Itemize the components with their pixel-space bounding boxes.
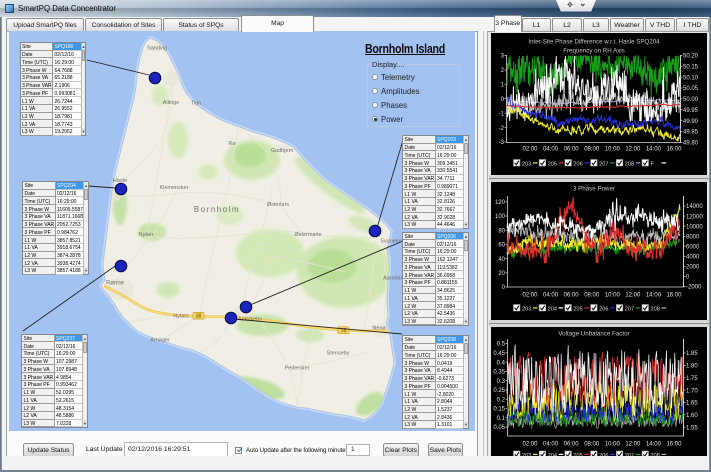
svg-text:206: 206 <box>573 161 582 167</box>
svg-text:Frequency on RH Axis: Frequency on RH Axis <box>563 48 625 55</box>
svg-text:0.15: 0.15 <box>493 407 505 413</box>
svg-text:208: 208 <box>625 161 634 167</box>
svg-text:1.70: 1.70 <box>686 388 698 394</box>
svg-text:20: 20 <box>498 271 505 277</box>
svg-text:0.3: 0.3 <box>497 379 506 385</box>
svg-text:0.45: 0.45 <box>493 351 505 357</box>
svg-text:14:00: 14:00 <box>646 442 662 448</box>
svg-text:49.90: 49.90 <box>683 119 699 125</box>
svg-text:-2000: -2000 <box>686 285 702 291</box>
svg-text:1.75: 1.75 <box>686 376 698 382</box>
svg-text:205: 205 <box>573 306 582 312</box>
svg-text:04:00: 04:00 <box>543 442 559 448</box>
svg-text:50.10: 50.10 <box>683 75 699 81</box>
svg-text:50.00: 50.00 <box>683 97 699 103</box>
svg-text:1.60: 1.60 <box>686 413 698 419</box>
svg-text:04:00: 04:00 <box>543 293 559 299</box>
svg-text:16:00: 16:00 <box>666 147 682 153</box>
svg-text:203: 203 <box>522 306 531 312</box>
svg-text:49.85: 49.85 <box>683 130 699 136</box>
svg-text:50.20: 50.20 <box>683 54 699 60</box>
svg-text:02:00: 02:00 <box>522 293 538 299</box>
svg-text:12:00: 12:00 <box>625 442 641 448</box>
svg-text:04:00: 04:00 <box>543 147 559 153</box>
svg-text:205: 205 <box>548 161 557 167</box>
svg-text:207: 207 <box>625 306 634 312</box>
svg-text:14:00: 14:00 <box>646 293 662 299</box>
svg-text:49.95: 49.95 <box>683 108 699 114</box>
svg-text:0.1: 0.1 <box>497 416 506 422</box>
svg-text:-2: -2 <box>499 126 505 132</box>
svg-text:1.80: 1.80 <box>686 364 698 370</box>
svg-text:100: 100 <box>495 214 506 220</box>
svg-text:0.25: 0.25 <box>493 388 505 394</box>
svg-text:-1: -1 <box>499 111 505 117</box>
svg-text:206: 206 <box>599 306 608 312</box>
svg-text:06:00: 06:00 <box>564 293 580 299</box>
svg-text:Inter-Site Phase Difference w.: Inter-Site Phase Difference w.r.t. Hasle… <box>528 39 660 46</box>
svg-text:0.2: 0.2 <box>497 397 506 403</box>
svg-text:40: 40 <box>498 257 505 263</box>
svg-text:208: 208 <box>651 306 660 312</box>
svg-text:14:00: 14:00 <box>646 147 662 153</box>
svg-text:16:00: 16:00 <box>666 442 682 448</box>
svg-text:08:00: 08:00 <box>584 293 600 299</box>
svg-text:10:00: 10:00 <box>605 147 621 153</box>
svg-text:3 Phase Power: 3 Phase Power <box>573 186 615 193</box>
svg-text:0.35: 0.35 <box>493 370 505 376</box>
svg-text:08:00: 08:00 <box>584 147 600 153</box>
svg-text:4000: 4000 <box>686 254 700 260</box>
svg-text:14000: 14000 <box>686 204 703 210</box>
svg-text:10:00: 10:00 <box>605 293 621 299</box>
svg-text:F: F <box>651 161 655 167</box>
svg-text:06:00: 06:00 <box>564 147 580 153</box>
svg-text:207: 207 <box>599 161 608 167</box>
svg-text:1.55: 1.55 <box>686 425 698 431</box>
svg-text:120: 120 <box>495 200 506 206</box>
svg-text:203: 203 <box>522 161 531 167</box>
svg-text:08:00: 08:00 <box>584 442 600 448</box>
svg-text:204: 204 <box>548 306 557 312</box>
svg-text:50.15: 50.15 <box>683 64 699 70</box>
svg-text:06:00: 06:00 <box>564 442 580 448</box>
svg-text:0.05: 0.05 <box>493 425 505 431</box>
svg-text:02:00: 02:00 <box>522 442 538 448</box>
svg-text:10000: 10000 <box>686 224 703 230</box>
svg-text:1.85: 1.85 <box>686 351 698 357</box>
svg-text:0.4: 0.4 <box>497 360 506 366</box>
svg-text:60: 60 <box>498 243 505 249</box>
svg-text:80: 80 <box>498 228 505 234</box>
svg-text:10:00: 10:00 <box>605 442 621 448</box>
svg-text:12000: 12000 <box>686 214 703 220</box>
svg-text:1.65: 1.65 <box>686 401 698 407</box>
svg-text:12:00: 12:00 <box>625 147 641 153</box>
svg-text:02:00: 02:00 <box>522 147 538 153</box>
svg-text:Voltage Unbalance Factor: Voltage Unbalance Factor <box>558 331 629 338</box>
svg-text:-3: -3 <box>499 140 505 146</box>
svg-text:50.05: 50.05 <box>683 86 699 92</box>
svg-text:2000: 2000 <box>686 265 700 271</box>
svg-text:0.5: 0.5 <box>497 342 506 348</box>
svg-text:6000: 6000 <box>686 244 700 250</box>
svg-text:16:00: 16:00 <box>666 293 682 299</box>
svg-text:49.80: 49.80 <box>683 140 699 146</box>
svg-text:8000: 8000 <box>686 234 700 240</box>
svg-text:12:00: 12:00 <box>625 293 641 299</box>
